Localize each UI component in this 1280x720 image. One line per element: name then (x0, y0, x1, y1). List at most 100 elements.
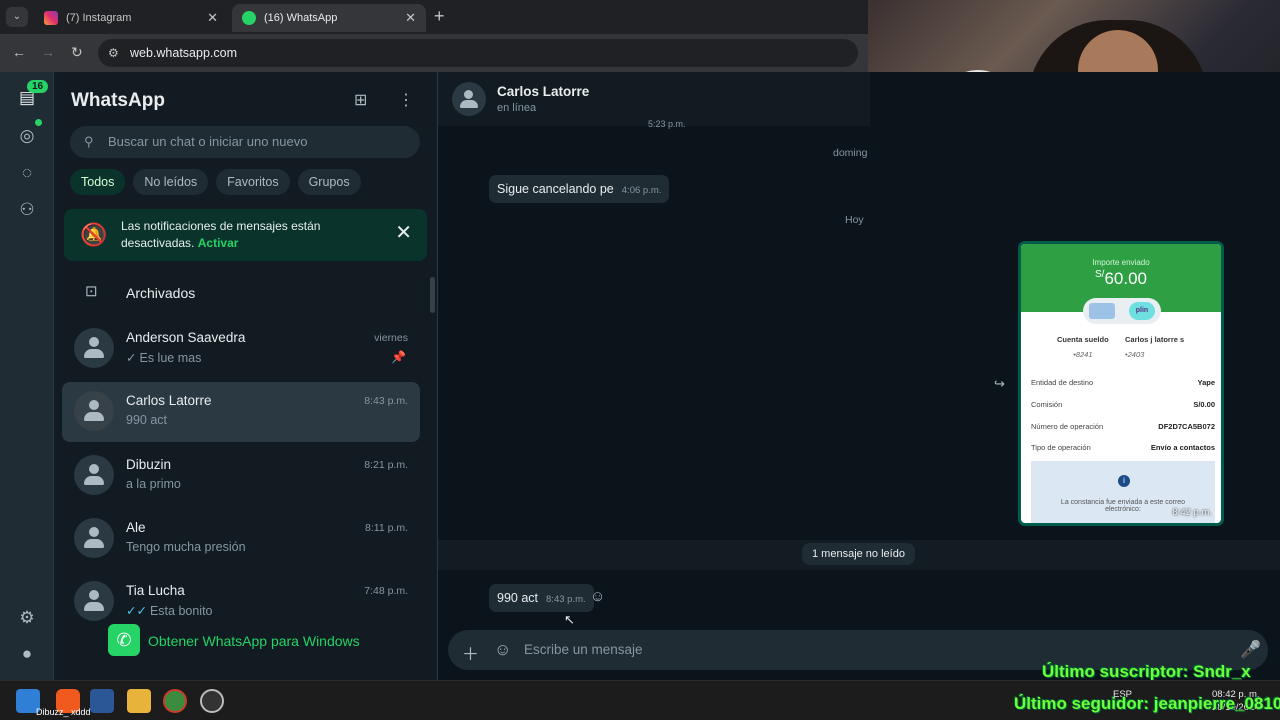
filter-no-leidos[interactable]: No leídos (133, 169, 209, 195)
row-label: Tipo de operación (1031, 443, 1091, 452)
avatar (74, 455, 114, 495)
contact-name: Carlos Latorre (497, 84, 590, 99)
filter-todos[interactable]: Todos (70, 169, 126, 195)
row-label: Número de operación (1031, 422, 1104, 431)
channels-icon[interactable]: ◌ (15, 161, 39, 185)
to-name: Carlos j latorre s (1125, 335, 1185, 344)
search-placeholder: Buscar un chat o iniciar uno nuevo (108, 134, 308, 149)
chat-preview: ✓ Es lue mas (126, 350, 201, 365)
archive-icon: ⊡ (85, 283, 98, 300)
pin-icon: 📌 (391, 350, 406, 364)
receipt-row: Entidad de destino Yape (1031, 378, 1215, 387)
tab-instagram[interactable]: (7) Instagram ✕ (34, 4, 228, 32)
message-input[interactable]: Escribe un mensaje (524, 642, 643, 657)
filter-grupos[interactable]: Grupos (297, 169, 361, 195)
chat-time: 7:48 p.m. (364, 585, 408, 597)
forward-icon[interactable]: → (41, 44, 55, 60)
preview-text: Es lue mas (139, 351, 202, 365)
chat-row-selected[interactable]: Carlos Latorre 990 act 8:43 p.m. (62, 382, 420, 442)
date-label: Hoy (845, 214, 864, 226)
row-value: DF2D7CA5B072 (1158, 422, 1215, 431)
close-tab-icon[interactable]: ✕ (207, 10, 218, 26)
contact-avatar[interactable] (452, 82, 486, 116)
message-time: 4:06 p.m. (621, 185, 662, 196)
conversation-header[interactable]: Carlos Latorre en línea (438, 72, 870, 126)
message-bubble[interactable]: 990 act 8:43 p.m. (489, 584, 594, 612)
message-bubble[interactable]: Sigue cancelando pe 4:06 p.m. (489, 175, 670, 203)
get-app-text: Obtener WhatsApp para Windows (148, 633, 360, 649)
avatar (74, 328, 114, 368)
chat-list-panel: WhatsApp ⊞ ⋮ ⚲ Buscar un chat o iniciar … (54, 72, 438, 680)
last-subscriber-overlay: Último suscriptor: Sndr_x (1042, 662, 1251, 681)
file-explorer-icon[interactable] (127, 689, 151, 713)
back-icon[interactable]: ← (12, 44, 26, 60)
row-value: Yape (1197, 378, 1215, 387)
emoji-reaction-icon[interactable]: ☺ (590, 588, 605, 605)
tab-whatsapp[interactable]: (16) WhatsApp ✕ (232, 4, 426, 32)
read-tick-icon: ✓✓ (126, 604, 147, 618)
taskbar-item-label: Dibuzz_ xddd (36, 707, 91, 717)
receipt-row: Tipo de operación Envío a contactos (1031, 443, 1215, 452)
chrome-icon[interactable] (163, 689, 187, 713)
app-icon[interactable] (90, 689, 114, 713)
nav-rail: ▤ 16 ◎ ◌ ⚇ ⚙ ● (0, 72, 54, 680)
date-label: doming (833, 147, 868, 159)
reload-icon[interactable]: ↻ (71, 44, 83, 61)
message-text: 990 act (497, 591, 539, 605)
chat-row[interactable]: Ale Tengo mucha presión 8:11 p.m. (62, 509, 420, 569)
unread-badge: 16 (27, 80, 49, 93)
status-dot (35, 119, 42, 126)
avatar (74, 518, 114, 558)
microphone-icon[interactable]: 🎤 (1240, 640, 1261, 660)
menu-icon[interactable]: ⋮ (398, 90, 414, 110)
address-bar: ← → ↻ ⚙ web.whatsapp.com (0, 34, 870, 72)
chat-row[interactable]: Tia Lucha ✓✓ Esta bonito 7:48 p.m. (62, 572, 420, 632)
site-info-icon[interactable]: ⚙ (108, 39, 119, 67)
chat-name: Ale (126, 520, 146, 535)
receipt-bank-icons: plin (1083, 298, 1161, 324)
from-name: Cuenta sueldo (1057, 335, 1109, 344)
archived-row[interactable]: ⊡ Archivados (54, 272, 426, 312)
chat-time: 8:21 p.m. (364, 459, 408, 471)
to-digits: •2403 (1125, 350, 1145, 359)
message-time: 8:43 p.m. (546, 594, 586, 605)
tab-search-button[interactable]: ⌄ (6, 7, 28, 27)
row-label: Entidad de destino (1031, 378, 1094, 387)
contact-status: en línea (497, 102, 537, 114)
chat-row[interactable]: Dibuzin a la primo 8:21 p.m. (62, 446, 420, 506)
scrollbar[interactable] (430, 277, 435, 313)
archived-label: Archivados (126, 285, 196, 301)
forward-icon[interactable]: ↪ (994, 376, 1005, 392)
chat-preview: Tengo mucha presión (126, 540, 246, 554)
receipt-amount-value: 60.00 (1104, 269, 1147, 288)
activate-link[interactable]: Activar (198, 236, 239, 250)
profile-icon[interactable]: ● (15, 642, 39, 666)
close-icon[interactable]: ✕ (395, 220, 412, 245)
obs-icon[interactable] (200, 689, 224, 713)
tab-label: (16) WhatsApp (264, 12, 338, 24)
attach-icon[interactable]: ＋ (462, 640, 479, 665)
info-icon: i (1118, 475, 1130, 487)
url-field[interactable]: ⚙ web.whatsapp.com (98, 39, 858, 67)
new-chat-icon[interactable]: ⊞ (354, 90, 367, 110)
receipt-row: Comisión S/0.00 (1031, 400, 1215, 409)
search-input[interactable]: ⚲ Buscar un chat o iniciar uno nuevo (70, 126, 420, 158)
new-tab-button[interactable]: + (434, 6, 445, 27)
image-message[interactable]: Importe enviado S/60.00 plin Cuenta suel… (1018, 241, 1224, 526)
notice-text: Las notificaciones de mensajes están des… (121, 218, 371, 252)
url-text: web.whatsapp.com (130, 46, 238, 60)
instagram-icon (44, 11, 58, 25)
tab-label: (7) Instagram (66, 12, 132, 24)
chat-time: 8:11 p.m. (365, 522, 408, 534)
emoji-icon[interactable]: ☺ (494, 640, 511, 660)
payment-receipt: Importe enviado S/60.00 plin Cuenta suel… (1021, 244, 1221, 523)
communities-icon[interactable]: ⚇ (15, 198, 39, 222)
chat-row[interactable]: Anderson Saavedra ✓ Es lue mas viernes 📌 (62, 319, 420, 379)
close-tab-icon[interactable]: ✕ (405, 10, 416, 26)
status-icon[interactable]: ◎ (15, 124, 39, 148)
plin-icon: plin (1129, 302, 1155, 320)
filter-favoritos[interactable]: Favoritos (216, 169, 290, 195)
search-icon: ⚲ (84, 134, 94, 149)
whatsapp-logo-icon: ✆ (108, 624, 140, 656)
settings-icon[interactable]: ⚙ (15, 606, 39, 630)
